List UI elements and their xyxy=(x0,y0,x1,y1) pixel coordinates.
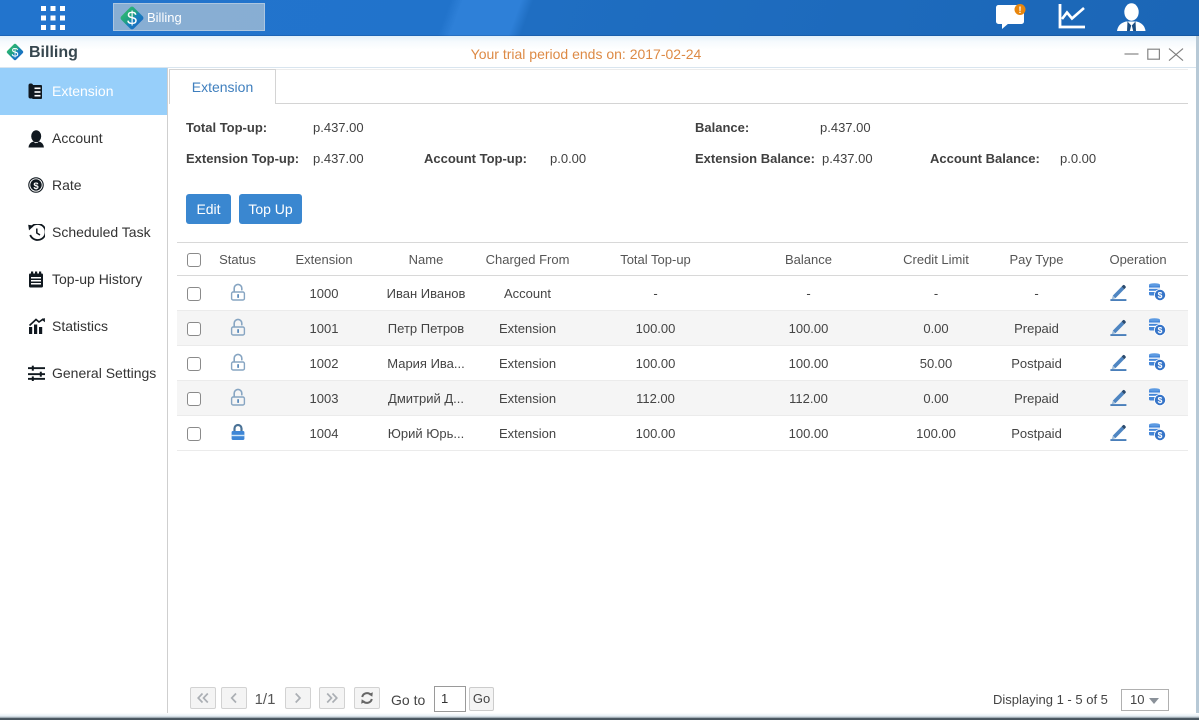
svg-text:$: $ xyxy=(1157,290,1162,300)
svg-text:$: $ xyxy=(1157,395,1162,405)
svg-text:$: $ xyxy=(33,181,39,192)
svg-text:$: $ xyxy=(1157,325,1162,335)
svg-text:$: $ xyxy=(1157,430,1162,440)
svg-text:!: ! xyxy=(1019,5,1022,15)
svg-text:$: $ xyxy=(1157,360,1162,370)
svg-text:$: $ xyxy=(127,9,137,29)
